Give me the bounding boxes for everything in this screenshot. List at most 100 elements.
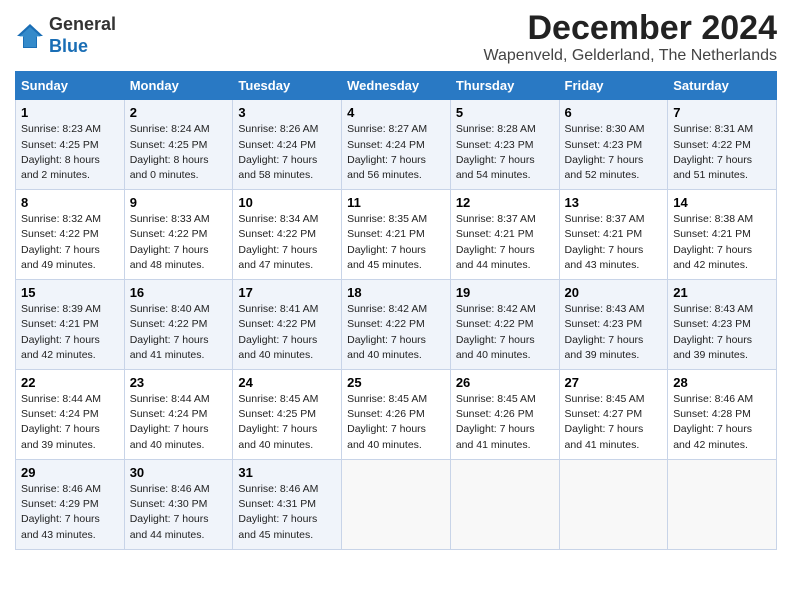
calendar-cell: 9 Sunrise: 8:33 AM Sunset: 4:22 PM Dayli…	[124, 190, 233, 280]
day-info: Sunrise: 8:44 AM Sunset: 4:24 PM Dayligh…	[130, 392, 228, 453]
calendar-cell: 17 Sunrise: 8:41 AM Sunset: 4:22 PM Dayl…	[233, 280, 342, 370]
calendar-cell: 13 Sunrise: 8:37 AM Sunset: 4:21 PM Dayl…	[559, 190, 668, 280]
calendar-cell	[342, 459, 451, 549]
logo-text: General Blue	[49, 14, 116, 57]
day-number: 6	[565, 105, 663, 120]
day-info: Sunrise: 8:45 AM Sunset: 4:25 PM Dayligh…	[238, 392, 336, 453]
calendar-cell: 18 Sunrise: 8:42 AM Sunset: 4:22 PM Dayl…	[342, 280, 451, 370]
day-number: 22	[21, 375, 119, 390]
weekday-monday: Monday	[124, 72, 233, 100]
day-number: 9	[130, 195, 228, 210]
day-number: 13	[565, 195, 663, 210]
calendar-cell: 16 Sunrise: 8:40 AM Sunset: 4:22 PM Dayl…	[124, 280, 233, 370]
day-number: 30	[130, 465, 228, 480]
day-info: Sunrise: 8:28 AM Sunset: 4:23 PM Dayligh…	[456, 122, 554, 183]
calendar-cell: 1 Sunrise: 8:23 AM Sunset: 4:25 PM Dayli…	[16, 100, 125, 190]
calendar-body: 1 Sunrise: 8:23 AM Sunset: 4:25 PM Dayli…	[16, 100, 777, 549]
calendar-cell: 28 Sunrise: 8:46 AM Sunset: 4:28 PM Dayl…	[668, 370, 777, 460]
calendar-cell: 20 Sunrise: 8:43 AM Sunset: 4:23 PM Dayl…	[559, 280, 668, 370]
day-info: Sunrise: 8:37 AM Sunset: 4:21 PM Dayligh…	[565, 212, 663, 273]
calendar-cell: 12 Sunrise: 8:37 AM Sunset: 4:21 PM Dayl…	[450, 190, 559, 280]
calendar-cell: 27 Sunrise: 8:45 AM Sunset: 4:27 PM Dayl…	[559, 370, 668, 460]
calendar-cell: 22 Sunrise: 8:44 AM Sunset: 4:24 PM Dayl…	[16, 370, 125, 460]
day-number: 2	[130, 105, 228, 120]
day-number: 15	[21, 285, 119, 300]
day-number: 1	[21, 105, 119, 120]
calendar-header: SundayMondayTuesdayWednesdayThursdayFrid…	[16, 72, 777, 100]
day-info: Sunrise: 8:46 AM Sunset: 4:29 PM Dayligh…	[21, 482, 119, 543]
day-number: 23	[130, 375, 228, 390]
day-info: Sunrise: 8:24 AM Sunset: 4:25 PM Dayligh…	[130, 122, 228, 183]
day-number: 26	[456, 375, 554, 390]
calendar-cell: 29 Sunrise: 8:46 AM Sunset: 4:29 PM Dayl…	[16, 459, 125, 549]
day-info: Sunrise: 8:40 AM Sunset: 4:22 PM Dayligh…	[130, 302, 228, 363]
location-subtitle: Wapenveld, Gelderland, The Netherlands	[483, 47, 777, 65]
day-number: 7	[673, 105, 771, 120]
day-number: 24	[238, 375, 336, 390]
calendar-cell: 3 Sunrise: 8:26 AM Sunset: 4:24 PM Dayli…	[233, 100, 342, 190]
calendar-cell: 6 Sunrise: 8:30 AM Sunset: 4:23 PM Dayli…	[559, 100, 668, 190]
calendar-cell: 31 Sunrise: 8:46 AM Sunset: 4:31 PM Dayl…	[233, 459, 342, 549]
calendar-week-4: 29 Sunrise: 8:46 AM Sunset: 4:29 PM Dayl…	[16, 459, 777, 549]
day-number: 31	[238, 465, 336, 480]
calendar-cell: 25 Sunrise: 8:45 AM Sunset: 4:26 PM Dayl…	[342, 370, 451, 460]
day-number: 17	[238, 285, 336, 300]
day-info: Sunrise: 8:27 AM Sunset: 4:24 PM Dayligh…	[347, 122, 445, 183]
weekday-header-row: SundayMondayTuesdayWednesdayThursdayFrid…	[16, 72, 777, 100]
day-info: Sunrise: 8:35 AM Sunset: 4:21 PM Dayligh…	[347, 212, 445, 273]
day-info: Sunrise: 8:43 AM Sunset: 4:23 PM Dayligh…	[565, 302, 663, 363]
calendar-week-0: 1 Sunrise: 8:23 AM Sunset: 4:25 PM Dayli…	[16, 100, 777, 190]
day-number: 4	[347, 105, 445, 120]
day-info: Sunrise: 8:34 AM Sunset: 4:22 PM Dayligh…	[238, 212, 336, 273]
day-info: Sunrise: 8:39 AM Sunset: 4:21 PM Dayligh…	[21, 302, 119, 363]
calendar-cell	[559, 459, 668, 549]
month-title: December 2024	[483, 10, 777, 47]
title-block: December 2024 Wapenveld, Gelderland, The…	[483, 10, 777, 65]
logo-icon	[15, 22, 45, 50]
day-number: 5	[456, 105, 554, 120]
day-info: Sunrise: 8:46 AM Sunset: 4:31 PM Dayligh…	[238, 482, 336, 543]
day-info: Sunrise: 8:42 AM Sunset: 4:22 PM Dayligh…	[456, 302, 554, 363]
calendar-cell: 11 Sunrise: 8:35 AM Sunset: 4:21 PM Dayl…	[342, 190, 451, 280]
weekday-wednesday: Wednesday	[342, 72, 451, 100]
day-number: 14	[673, 195, 771, 210]
calendar-cell: 23 Sunrise: 8:44 AM Sunset: 4:24 PM Dayl…	[124, 370, 233, 460]
logo: General Blue	[15, 14, 116, 57]
day-number: 19	[456, 285, 554, 300]
day-number: 20	[565, 285, 663, 300]
day-number: 29	[21, 465, 119, 480]
day-number: 25	[347, 375, 445, 390]
calendar-cell: 7 Sunrise: 8:31 AM Sunset: 4:22 PM Dayli…	[668, 100, 777, 190]
calendar-cell: 19 Sunrise: 8:42 AM Sunset: 4:22 PM Dayl…	[450, 280, 559, 370]
day-number: 16	[130, 285, 228, 300]
calendar-cell: 15 Sunrise: 8:39 AM Sunset: 4:21 PM Dayl…	[16, 280, 125, 370]
weekday-saturday: Saturday	[668, 72, 777, 100]
calendar-cell	[450, 459, 559, 549]
calendar-cell: 10 Sunrise: 8:34 AM Sunset: 4:22 PM Dayl…	[233, 190, 342, 280]
day-info: Sunrise: 8:30 AM Sunset: 4:23 PM Dayligh…	[565, 122, 663, 183]
day-info: Sunrise: 8:45 AM Sunset: 4:26 PM Dayligh…	[456, 392, 554, 453]
day-info: Sunrise: 8:38 AM Sunset: 4:21 PM Dayligh…	[673, 212, 771, 273]
day-info: Sunrise: 8:23 AM Sunset: 4:25 PM Dayligh…	[21, 122, 119, 183]
calendar-cell: 30 Sunrise: 8:46 AM Sunset: 4:30 PM Dayl…	[124, 459, 233, 549]
day-info: Sunrise: 8:37 AM Sunset: 4:21 PM Dayligh…	[456, 212, 554, 273]
day-number: 11	[347, 195, 445, 210]
day-info: Sunrise: 8:31 AM Sunset: 4:22 PM Dayligh…	[673, 122, 771, 183]
day-info: Sunrise: 8:46 AM Sunset: 4:28 PM Dayligh…	[673, 392, 771, 453]
day-info: Sunrise: 8:44 AM Sunset: 4:24 PM Dayligh…	[21, 392, 119, 453]
day-number: 3	[238, 105, 336, 120]
day-info: Sunrise: 8:42 AM Sunset: 4:22 PM Dayligh…	[347, 302, 445, 363]
day-info: Sunrise: 8:32 AM Sunset: 4:22 PM Dayligh…	[21, 212, 119, 273]
calendar-cell: 21 Sunrise: 8:43 AM Sunset: 4:23 PM Dayl…	[668, 280, 777, 370]
weekday-friday: Friday	[559, 72, 668, 100]
page-header: General Blue December 2024 Wapenveld, Ge…	[15, 10, 777, 65]
day-info: Sunrise: 8:26 AM Sunset: 4:24 PM Dayligh…	[238, 122, 336, 183]
calendar-cell: 26 Sunrise: 8:45 AM Sunset: 4:26 PM Dayl…	[450, 370, 559, 460]
calendar-week-1: 8 Sunrise: 8:32 AM Sunset: 4:22 PM Dayli…	[16, 190, 777, 280]
calendar-cell: 24 Sunrise: 8:45 AM Sunset: 4:25 PM Dayl…	[233, 370, 342, 460]
calendar-table: SundayMondayTuesdayWednesdayThursdayFrid…	[15, 71, 777, 549]
weekday-sunday: Sunday	[16, 72, 125, 100]
day-number: 27	[565, 375, 663, 390]
day-info: Sunrise: 8:33 AM Sunset: 4:22 PM Dayligh…	[130, 212, 228, 273]
calendar-cell: 14 Sunrise: 8:38 AM Sunset: 4:21 PM Dayl…	[668, 190, 777, 280]
